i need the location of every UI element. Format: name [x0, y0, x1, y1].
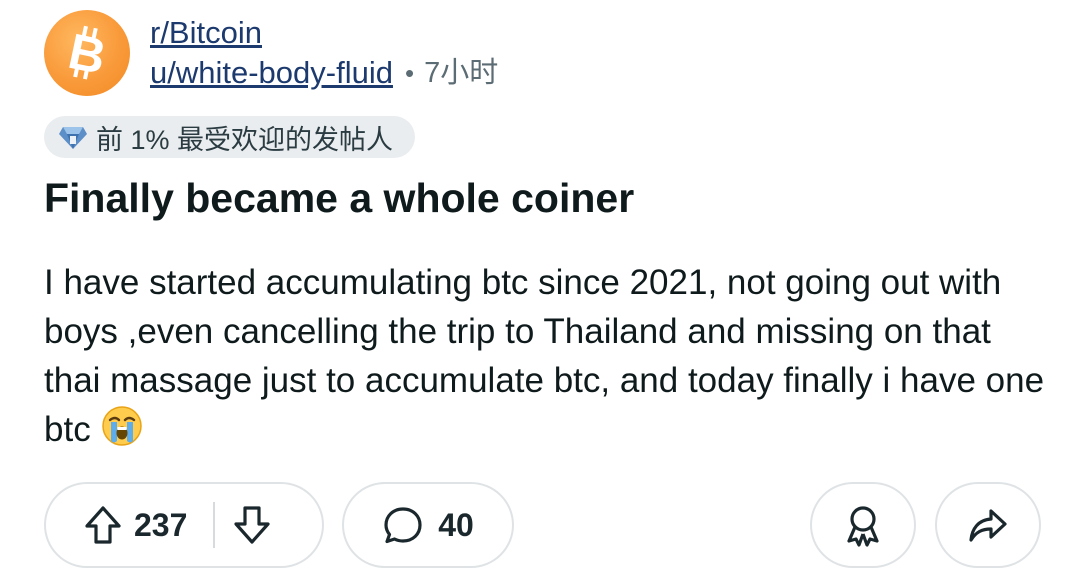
vote-pill: 237: [44, 482, 324, 568]
award-button[interactable]: [810, 482, 916, 568]
meta-separator: •: [404, 58, 415, 88]
post-meta: r/Bitcoin u/white-body-fluid • 7小时: [150, 13, 498, 93]
subreddit-link[interactable]: r/Bitcoin: [150, 13, 498, 53]
upvote-button[interactable]: [76, 498, 130, 552]
comment-count: 40: [438, 506, 474, 543]
vote-count: 237: [134, 506, 188, 543]
subreddit-avatar[interactable]: B: [44, 10, 130, 96]
author-line: u/white-body-fluid • 7小时: [150, 53, 498, 93]
downvote-arrow-icon: [234, 506, 270, 544]
comments-button[interactable]: 40: [342, 482, 514, 568]
top-poster-diamond-icon: [58, 123, 88, 151]
post-title[interactable]: Finally became a whole coiner: [44, 172, 634, 224]
user-flair-badge: 前 1% 最受欢迎的发帖人: [44, 116, 416, 158]
share-button[interactable]: [935, 482, 1041, 568]
author-link[interactable]: u/white-body-fluid: [150, 53, 393, 93]
share-arrow-icon: [969, 509, 1007, 542]
bitcoin-logo-icon: B: [64, 25, 111, 81]
upvote-arrow-icon: [85, 506, 121, 544]
post-body-text: I have started accumulating btc since 20…: [44, 263, 1045, 449]
post-body: I have started accumulating btc since 20…: [44, 258, 1054, 460]
flair-text: 前 1% 最受欢迎的发帖人: [96, 124, 394, 155]
vote-divider: [213, 502, 216, 548]
loudly-crying-face-emoji: [101, 405, 143, 460]
post-time: 7小时: [424, 57, 499, 89]
downvote-button[interactable]: [225, 498, 279, 552]
award-icon: [847, 506, 879, 547]
post-header: B r/Bitcoin u/white-body-fluid • 7小时: [44, 8, 498, 98]
comment-bubble-icon: [384, 507, 422, 544]
